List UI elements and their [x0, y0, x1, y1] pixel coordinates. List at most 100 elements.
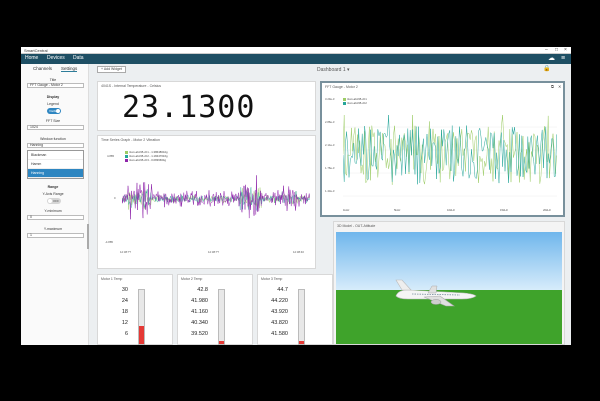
- motor1-temp-panel: Motor 1 Temp 30 24 18 12 6: [97, 274, 173, 345]
- thermometer-bar: [298, 289, 305, 345]
- scale-tick: 41.160: [191, 309, 208, 315]
- close-icon[interactable]: ×: [564, 47, 567, 53]
- sidebar-scrollbar[interactable]: [87, 224, 89, 249]
- panel-title: Motor 3 Temp: [261, 277, 283, 281]
- close-panel-icon[interactable]: ✕: [558, 84, 561, 89]
- ytick: 1.43e-3: [325, 189, 335, 193]
- nav-data[interactable]: Data: [73, 55, 84, 61]
- fft-plot: [343, 114, 557, 197]
- fixed-range-toggle[interactable]: OFF: [47, 198, 61, 204]
- ytick: 3.29e-3: [325, 97, 335, 101]
- panel-title: 3D Model - OUT-Attitude: [337, 224, 376, 228]
- xtick: 15kHz: [500, 208, 508, 212]
- menu-icon[interactable]: ≡: [561, 55, 565, 63]
- window-function-select[interactable]: Hanning: [27, 143, 84, 148]
- panel-title: Motor 2 Temp: [181, 277, 203, 281]
- scale-tick: 43.820: [271, 320, 288, 326]
- option-blackman[interactable]: Blackman: [28, 151, 83, 160]
- model3d-panel: 3D Model - OUT-Attitude: [333, 221, 565, 345]
- model3d-viewport[interactable]: [336, 232, 562, 344]
- timeseries-panel: Time Series Graph - Motor 2 Vibration 4.…: [97, 135, 316, 269]
- scale-tick: 39.520: [191, 331, 208, 337]
- scale-tick: 12: [121, 320, 128, 326]
- ytick: 2.14e-3: [325, 143, 335, 147]
- motor3-temp-panel: Motor 3 Temp 44.7 44.220 43.920 43.820 4…: [257, 274, 333, 345]
- ymax-label: Y-maximum: [43, 227, 63, 231]
- tab-channels[interactable]: Channels: [33, 66, 52, 71]
- window-titlebar: SmartCentral – □ ×: [21, 47, 571, 54]
- xtick: 12:38:40: [293, 250, 304, 254]
- fft-size-label: FFT Size: [45, 119, 61, 123]
- ytick: 0: [114, 196, 116, 200]
- window-title: SmartCentral: [24, 48, 48, 53]
- top-nav: Home Devices Data ☁ ≡: [21, 54, 571, 64]
- lock-icon[interactable]: 🔒: [543, 65, 550, 72]
- title-label: Title: [49, 78, 57, 82]
- xtick: 1kHz: [343, 208, 350, 212]
- scale-tick: 6: [124, 331, 128, 337]
- app-window: SmartCentral – □ × Home Devices Data ☁ ≡…: [21, 47, 571, 345]
- range-heading: Range: [47, 185, 59, 189]
- thermometer-fill: [299, 341, 304, 344]
- scale-tick: 44.7: [277, 287, 288, 293]
- display-heading: Display: [46, 95, 60, 99]
- ymin-input[interactable]: 0: [27, 215, 84, 220]
- scale-tick: 24: [121, 298, 128, 304]
- scale-tick: 41.980: [191, 298, 208, 304]
- scale-tick: 44.220: [271, 298, 288, 304]
- scale-tick: 42.8: [197, 287, 208, 293]
- scale-tick: 18: [121, 309, 128, 315]
- panel-title: Time Series Graph - Motor 2 Vibration: [101, 138, 160, 142]
- ymin-label: Y-minimum: [44, 209, 62, 213]
- option-hamm[interactable]: Hamm: [28, 160, 83, 169]
- settings-sidebar: Channels Settings Title FFT Gauge - Moto…: [21, 64, 89, 345]
- fixed-range-label: Y-Axis Range: [42, 192, 64, 196]
- ytick: 4.885: [107, 154, 114, 158]
- temperature-panel: 4041S - Internal Temperature - Celsius 2…: [97, 81, 316, 131]
- add-widget-button[interactable]: + Add Widget: [97, 66, 126, 73]
- ymax-input[interactable]: 1: [27, 233, 84, 238]
- temperature-value: 23.1300: [122, 90, 256, 125]
- thermometer-bar: [218, 289, 225, 345]
- panel-title: FFT Gauge - Motor 2: [325, 85, 358, 89]
- tab-settings[interactable]: Settings: [61, 66, 78, 72]
- toggle-knob: [56, 109, 60, 113]
- fft-size-select[interactable]: 1024: [27, 125, 84, 130]
- xtick: 10kHz: [447, 208, 455, 212]
- window-function-label: Window function: [40, 137, 66, 141]
- legend-item: 4xxx-abc95-ch2: [343, 101, 367, 105]
- nav-devices[interactable]: Devices: [47, 55, 65, 61]
- title-input[interactable]: FFT Gauge - Motor 2: [27, 83, 84, 88]
- fft-panel[interactable]: FFT Gauge - Motor 2 ⧉ ✕ 4xxx-abc95-ch1 4…: [320, 81, 565, 217]
- xtick: 20kHz: [543, 208, 551, 212]
- dashboard-selector[interactable]: Dashboard 1 ▾: [317, 67, 350, 73]
- thermometer-fill: [139, 326, 144, 344]
- legend-toggle[interactable]: Visible: [47, 108, 61, 114]
- scale-tick: 40.340: [191, 320, 208, 326]
- minimize-icon[interactable]: –: [545, 47, 548, 53]
- maximize-icon[interactable]: □: [555, 47, 558, 53]
- scale-tick: 41.580: [271, 331, 288, 337]
- sky: [336, 232, 562, 290]
- thermometer-bar: [138, 289, 145, 345]
- motor2-temp-panel: Motor 2 Temp 42.8 41.980 41.160 40.340 3…: [177, 274, 253, 345]
- legend-label: Legend: [47, 102, 59, 106]
- panel-title: 4041S - Internal Temperature - Celsius: [101, 84, 162, 88]
- thermometer-fill: [219, 341, 224, 344]
- ytick: 2.88e-3: [325, 120, 335, 124]
- xtick: 5kHz: [394, 208, 401, 212]
- timeseries-plot: [122, 175, 310, 220]
- xtick: 12:38:??: [120, 250, 131, 254]
- scale-tick: 30: [121, 287, 128, 293]
- nav-home[interactable]: Home: [25, 55, 38, 61]
- window-function-dropdown: Blackman Hamm Hanning: [27, 150, 84, 179]
- ytick: 1.78e-3: [325, 166, 335, 170]
- scale-tick: 43.920: [271, 309, 288, 315]
- xtick: 12:38:??: [208, 250, 219, 254]
- panel-title: Motor 1 Temp: [101, 277, 123, 281]
- ytick: -4.885: [105, 240, 113, 244]
- option-hanning[interactable]: Hanning: [28, 169, 83, 178]
- cloud-icon[interactable]: ☁: [548, 55, 555, 63]
- copy-icon[interactable]: ⧉: [551, 84, 554, 89]
- toggle-knob: [48, 199, 52, 203]
